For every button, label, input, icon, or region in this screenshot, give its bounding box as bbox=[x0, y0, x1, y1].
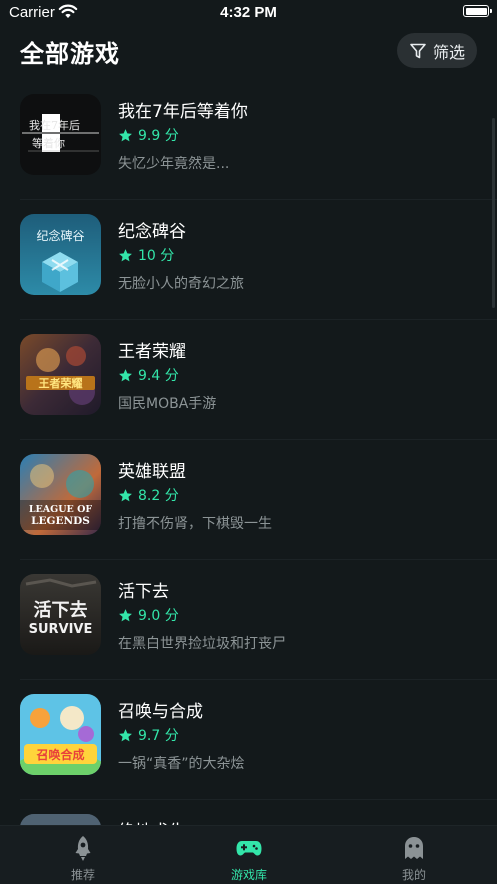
star-icon bbox=[119, 248, 132, 261]
game-rating: 9.7 分 bbox=[118, 725, 179, 745]
game-item[interactable]: 王者荣耀 王者荣耀 9.4 分 国民MOBA手游 bbox=[0, 320, 497, 440]
svg-text:召唤合成: 召唤合成 bbox=[36, 747, 84, 762]
game-name: 纪念碑谷 bbox=[118, 222, 186, 242]
game-description: 失忆少年竟然是... bbox=[118, 156, 230, 172]
game-thumbnail: 王者荣耀 bbox=[20, 334, 101, 415]
game-rating: 10 分 bbox=[118, 245, 174, 265]
battery-icon bbox=[463, 5, 492, 17]
star-icon bbox=[119, 728, 132, 741]
game-name: 我在7年后等着你 bbox=[118, 102, 248, 122]
star-icon bbox=[119, 608, 132, 621]
rating-value: 8.2 分 bbox=[138, 488, 179, 504]
game-name: 绝地求生 bbox=[118, 817, 186, 825]
game-name: 活下去 bbox=[118, 582, 169, 602]
tab-label: 游戏库 bbox=[230, 868, 267, 882]
svg-text:LEAGUE OF: LEAGUE OF bbox=[29, 504, 93, 515]
tab-label: 我的 bbox=[401, 868, 426, 882]
filter-label: 筛选 bbox=[432, 42, 465, 62]
ghost-icon bbox=[405, 837, 423, 859]
tab-bar: 推荐 游戏库 我的 bbox=[0, 825, 497, 884]
game-name: 英雄联盟 bbox=[118, 462, 186, 482]
tab-game-library[interactable]: 游戏库 bbox=[166, 826, 332, 884]
game-name: 王者荣耀 bbox=[118, 342, 186, 362]
rating-value: 9.7 分 bbox=[138, 728, 179, 744]
filter-button[interactable]: 筛选 bbox=[397, 33, 477, 68]
game-description: 无脸小人的奇幻之旅 bbox=[118, 276, 244, 292]
svg-text:王者荣耀: 王者荣耀 bbox=[39, 376, 83, 390]
status-bar: Carrier 4:32 PM bbox=[0, 0, 497, 26]
game-item[interactable]: 召唤合成 召唤与合成 9.7 分 一锅“真香”的大杂烩 bbox=[0, 680, 497, 800]
status-time: 4:32 PM bbox=[220, 4, 277, 21]
svg-text:等着你: 等着你 bbox=[32, 136, 65, 150]
star-icon bbox=[119, 488, 132, 501]
gamepad-icon bbox=[236, 841, 262, 856]
game-item[interactable]: 纪念碑谷 纪念碑谷 10 分 无脸小人的奇幻之旅 bbox=[0, 200, 497, 320]
game-description: 打撸不伤肾，下棋毁一生 bbox=[118, 516, 272, 532]
tab-profile[interactable]: 我的 bbox=[331, 826, 497, 884]
rating-value: 9.9 分 bbox=[138, 128, 179, 144]
filter-icon bbox=[410, 43, 426, 58]
rating-value: 9.0 分 bbox=[138, 608, 179, 624]
svg-text:LEGENDS: LEGENDS bbox=[31, 515, 90, 527]
game-thumbnail: LEAGUE OF LEGENDS bbox=[20, 454, 101, 535]
game-rating: 9.0 分 bbox=[118, 605, 179, 625]
game-description: 在黑白世界捡垃圾和打丧尸 bbox=[118, 636, 286, 652]
tab-recommend[interactable]: 推荐 bbox=[0, 826, 166, 884]
game-item[interactable]: 绝地求生 bbox=[0, 800, 497, 825]
svg-text:活下去: 活下去 bbox=[34, 599, 88, 621]
rating-value: 9.4 分 bbox=[138, 368, 179, 384]
rocket-icon bbox=[75, 836, 91, 861]
game-item[interactable]: LEAGUE OF LEGENDS 英雄联盟 8.2 分 打撸不伤肾，下棋毁一生 bbox=[0, 440, 497, 560]
game-description: 国民MOBA手游 bbox=[118, 396, 217, 412]
game-rating: 9.4 分 bbox=[118, 365, 179, 385]
game-thumbnail: 召唤合成 bbox=[20, 694, 101, 775]
scrollbar[interactable] bbox=[492, 118, 495, 308]
tab-label: 推荐 bbox=[70, 868, 95, 882]
game-description: 一锅“真香”的大杂烩 bbox=[118, 756, 245, 772]
game-item[interactable]: 活下去 SURVIVE 活下去 9.0 分 在黑白世界捡垃圾和打丧尸 bbox=[0, 560, 497, 680]
rating-value: 10 分 bbox=[138, 248, 175, 264]
game-list[interactable]: 我在7年后 等着你 我在7年后等着你 9.9 分 失忆少年竟然是... 纪念碑谷… bbox=[0, 80, 497, 825]
star-icon bbox=[119, 128, 132, 141]
star-icon bbox=[119, 368, 132, 381]
game-thumbnail bbox=[20, 814, 101, 825]
svg-text:我在7年后: 我在7年后 bbox=[29, 118, 80, 132]
game-thumbnail: 活下去 SURVIVE bbox=[20, 574, 101, 655]
game-rating: 8.2 分 bbox=[118, 485, 179, 505]
svg-text:纪念碑谷: 纪念碑谷 bbox=[36, 228, 84, 243]
game-thumbnail: 我在7年后 等着你 bbox=[20, 94, 101, 175]
game-rating: 9.9 分 bbox=[118, 125, 179, 145]
game-name: 召唤与合成 bbox=[118, 702, 203, 722]
game-item[interactable]: 我在7年后 等着你 我在7年后等着你 9.9 分 失忆少年竟然是... bbox=[0, 80, 497, 200]
page-title: 全部游戏 bbox=[20, 40, 120, 68]
game-thumbnail: 纪念碑谷 bbox=[20, 214, 101, 295]
svg-text:SURVIVE: SURVIVE bbox=[29, 622, 93, 637]
